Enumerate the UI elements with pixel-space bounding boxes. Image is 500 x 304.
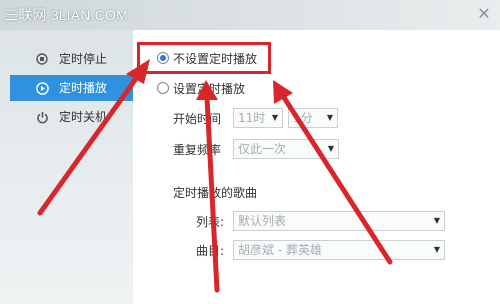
chevron-down-icon: ▼ <box>327 144 334 153</box>
song-label: 曲目: <box>196 244 225 258</box>
start-minute-value: 1分 <box>293 111 313 125</box>
songs-heading: 定时播放的歌曲 <box>173 186 258 200</box>
close-icon[interactable]: ✕ <box>472 3 496 25</box>
sidebar: 定时停止 定时播放 定时关机 <box>0 30 134 304</box>
repeat-value: 仅此一次 <box>238 142 287 156</box>
song-value: 胡彦斌 - 葬英雄 <box>238 243 322 257</box>
song-select[interactable]: 胡彦斌 - 葬英雄 ▼ <box>233 240 445 260</box>
play-circle-icon <box>34 75 50 101</box>
start-hour-select[interactable]: 11时 ▼ <box>233 108 283 128</box>
start-time-label: 开始时间 <box>173 112 222 126</box>
chevron-down-icon: ▼ <box>433 216 440 225</box>
set-schedule-radio[interactable] <box>157 82 169 94</box>
annotation-highlight-box <box>137 42 271 74</box>
stop-circle-icon <box>34 46 50 72</box>
repeat-select[interactable]: 仅此一次 ▼ <box>233 139 339 159</box>
sidebar-item-timed-shutdown[interactable]: 定时关机 <box>10 104 134 130</box>
sidebar-item-timed-stop[interactable]: 定时停止 <box>10 46 134 72</box>
sidebar-item-timed-play[interactable]: 定时播放 <box>10 75 134 101</box>
chevron-down-icon: ▼ <box>326 113 333 122</box>
power-icon <box>34 104 50 130</box>
playlist-value: 默认列表 <box>238 214 287 228</box>
sidebar-item-label: 定时停止 <box>59 52 108 66</box>
sidebar-item-label: 定时播放 <box>59 81 108 95</box>
title-bar: 三联网 3LIAN.COM ✕ <box>0 0 500 30</box>
repeat-label: 重复频率 <box>173 143 222 157</box>
start-minute-select[interactable]: 1分 ▼ <box>288 108 338 128</box>
chevron-down-icon: ▼ <box>433 245 440 254</box>
start-hour-value: 11时 <box>238 111 266 125</box>
list-label: 列表: <box>196 215 225 229</box>
set-schedule-label: 设置定时播放 <box>173 82 246 96</box>
chevron-down-icon: ▼ <box>271 113 278 122</box>
window-title: 三联网 3LIAN.COM <box>4 7 128 23</box>
playlist-select[interactable]: 默认列表 ▼ <box>233 211 445 231</box>
sidebar-item-label: 定时关机 <box>59 110 108 124</box>
